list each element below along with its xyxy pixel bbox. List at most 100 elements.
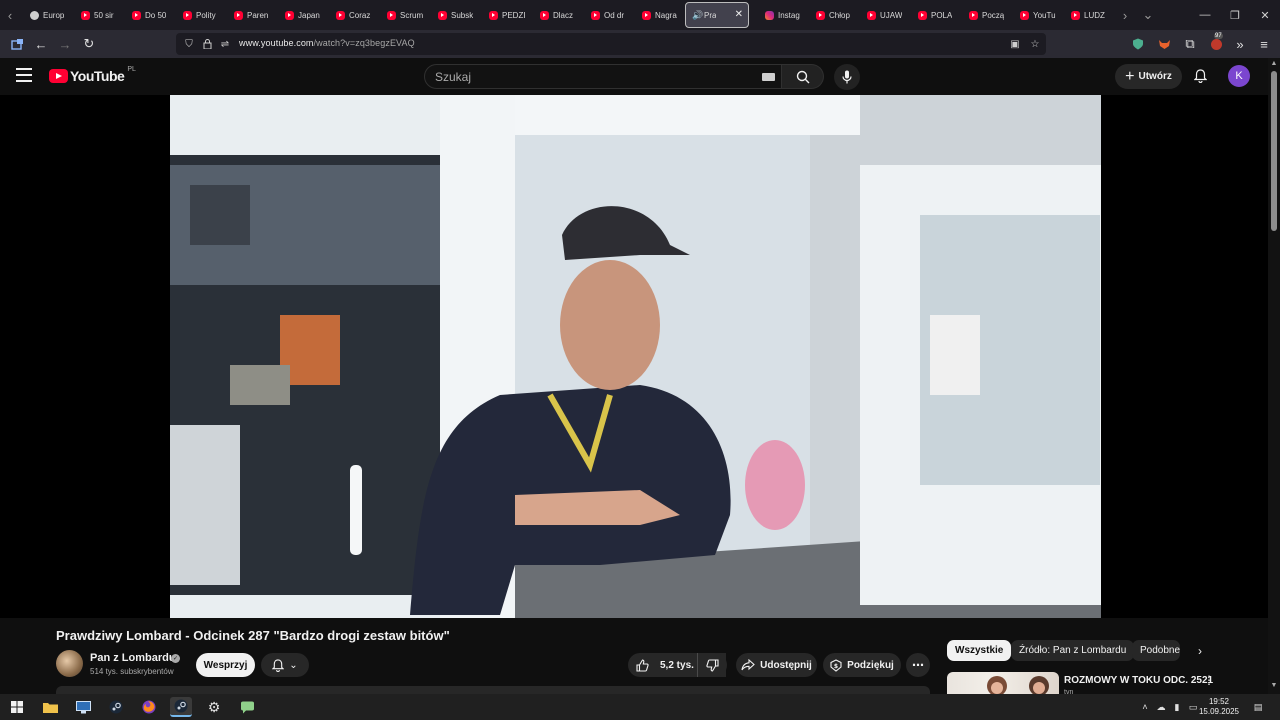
close-tab-icon[interactable]: ✕ bbox=[735, 9, 743, 20]
channel-name[interactable]: Pan z Lombardu bbox=[90, 652, 176, 664]
browser-tab[interactable]: LUDZ bbox=[1061, 0, 1112, 30]
browser-tab[interactable]: Japan bbox=[275, 0, 326, 30]
browser-tab[interactable]: Coraz bbox=[326, 0, 377, 30]
clock-time: 19:52 bbox=[1208, 697, 1230, 706]
reload-button[interactable]: ↻ bbox=[79, 34, 99, 54]
globe-icon bbox=[30, 10, 39, 20]
thumbnail-image bbox=[987, 676, 1049, 694]
search-input[interactable] bbox=[435, 70, 735, 84]
windows-start-icon[interactable] bbox=[6, 697, 28, 717]
tabs-scroll-right-icon[interactable]: › bbox=[1115, 0, 1135, 30]
url-text[interactable]: www.youtube.com/watch?v=zq3begzEVAQ bbox=[239, 38, 415, 48]
restore-window-icon[interactable]: ❐ bbox=[1220, 0, 1250, 30]
account-avatar[interactable]: K bbox=[1228, 65, 1250, 87]
close-window-icon[interactable]: ✕ bbox=[1250, 0, 1280, 30]
steam-icon[interactable] bbox=[105, 697, 127, 717]
system-clock[interactable]: 19:52 15.09.2025 bbox=[1198, 697, 1240, 717]
chip-similar[interactable]: Podobne bbox=[1132, 640, 1180, 661]
browser-tab[interactable]: Dlacz bbox=[530, 0, 581, 30]
youtube-logo[interactable]: YouTube PL bbox=[49, 66, 136, 84]
support-button[interactable]: Wesprzyj bbox=[196, 653, 255, 677]
subscription-notifications-button[interactable]: ⌄ bbox=[261, 653, 309, 677]
tab-label: Nagra bbox=[655, 10, 677, 20]
video-player[interactable] bbox=[0, 95, 1268, 618]
microphone-tray-icon[interactable]: ▮ bbox=[1171, 701, 1183, 713]
guide-menu-icon[interactable] bbox=[16, 68, 32, 82]
recommendation-title[interactable]: ROZMOWY W TOKU ODC. 2521 bbox=[1064, 675, 1213, 686]
create-button[interactable]: + Utwórz bbox=[1115, 64, 1182, 89]
youtube-icon bbox=[969, 10, 978, 20]
fox-extension-icon[interactable] bbox=[1154, 34, 1174, 54]
browser-tab[interactable]: Subsk bbox=[428, 0, 479, 30]
dislike-button[interactable] bbox=[697, 653, 727, 677]
notifications-center-icon[interactable]: ▤ bbox=[1252, 701, 1264, 713]
notifications-button[interactable] bbox=[1190, 66, 1210, 86]
browser-tab[interactable]: Scrum bbox=[377, 0, 428, 30]
address-bar[interactable]: ⛉ ⇌ www.youtube.com/watch?v=zq3begzEVAQ … bbox=[176, 33, 1046, 55]
browser-tab[interactable]: Polity bbox=[173, 0, 224, 30]
onedrive-cloud-icon[interactable]: ☁ bbox=[1155, 701, 1167, 713]
bookmark-star-icon[interactable]: ☆ bbox=[1028, 37, 1042, 51]
browser-tab[interactable]: Nagra bbox=[632, 0, 683, 30]
description-box[interactable] bbox=[56, 686, 930, 694]
browser-tab[interactable]: POLA bbox=[908, 0, 959, 30]
extension-badge: 97 bbox=[1214, 33, 1223, 39]
chevron-right-icon[interactable]: › bbox=[1190, 641, 1210, 661]
forward-button[interactable]: → bbox=[55, 34, 75, 54]
browser-tab[interactable]: YouTu bbox=[1010, 0, 1061, 30]
chip-all[interactable]: Wszystkie bbox=[947, 640, 1012, 661]
speaker-icon[interactable]: 🔊 bbox=[692, 10, 703, 21]
settings-gear-icon[interactable]: ⚙ bbox=[203, 697, 225, 717]
browser-tab[interactable]: Począ bbox=[959, 0, 1010, 30]
voice-search-button[interactable] bbox=[834, 64, 860, 90]
scroll-down-icon[interactable]: ▼ bbox=[1270, 682, 1278, 689]
tabs-scroll-left-icon[interactable]: ‹ bbox=[0, 0, 20, 30]
app-menu-icon[interactable]: ≡ bbox=[1254, 34, 1274, 54]
recommendation-menu-icon[interactable]: ⋮ bbox=[1202, 673, 1216, 689]
browser-tab[interactable]: Do 50 bbox=[122, 0, 173, 30]
shield-icon[interactable]: ⛉ bbox=[182, 37, 196, 51]
tab-active[interactable]: 🔊 Pra ✕ bbox=[685, 2, 749, 28]
more-actions-button[interactable]: ⋯ bbox=[906, 653, 930, 677]
keyboard-icon[interactable] bbox=[762, 73, 775, 81]
channel-avatar[interactable] bbox=[56, 650, 83, 677]
browser-tab[interactable]: PEDZI bbox=[479, 0, 530, 30]
extensions-puzzle-icon[interactable]: ⧉ bbox=[1180, 34, 1200, 54]
steam-active-icon[interactable] bbox=[170, 697, 192, 717]
tray-overflow-chevron-icon[interactable]: ˄ bbox=[1139, 701, 1151, 713]
share-button[interactable]: Udostępnij bbox=[736, 653, 817, 677]
recommendation-thumbnail[interactable] bbox=[947, 672, 1059, 694]
firefox-icon[interactable] bbox=[138, 697, 160, 717]
tab-list-dropdown-icon[interactable]: ⌄ bbox=[1138, 0, 1158, 30]
browser-tab[interactable]: UJAW bbox=[857, 0, 908, 30]
more-tools-icon[interactable]: » bbox=[1230, 34, 1250, 54]
file-explorer-icon[interactable] bbox=[39, 697, 61, 717]
tab-label: PEDZI bbox=[502, 10, 526, 20]
video-frame[interactable] bbox=[170, 95, 1101, 618]
tab-label: Dlacz bbox=[553, 10, 574, 20]
scroll-thumb[interactable] bbox=[1271, 71, 1277, 231]
picture-in-picture-icon[interactable]: ▣ bbox=[1008, 37, 1022, 51]
browser-tab[interactable]: Instag bbox=[755, 0, 806, 30]
minimize-window-icon[interactable]: — bbox=[1190, 0, 1220, 30]
browser-tab[interactable]: Paren bbox=[224, 0, 275, 30]
back-button[interactable]: ← bbox=[31, 34, 51, 54]
search-button[interactable] bbox=[782, 64, 824, 89]
remote-desktop-icon[interactable] bbox=[72, 697, 94, 717]
chip-from-channel[interactable]: Źródło: Pan z Lombardu bbox=[1011, 640, 1135, 661]
adblock-extension-icon[interactable]: 97 bbox=[1206, 33, 1226, 54]
vpn-extension-icon[interactable] bbox=[1128, 34, 1148, 54]
chat-app-icon[interactable] bbox=[236, 697, 258, 717]
browser-tab[interactable]: Europ bbox=[20, 0, 71, 30]
page-permissions-icon[interactable]: ⇌ bbox=[218, 37, 232, 51]
lock-icon[interactable] bbox=[200, 37, 214, 51]
youtube-icon bbox=[591, 10, 600, 20]
thanks-button[interactable]: $ Podziękuj bbox=[823, 653, 901, 677]
browser-tab[interactable]: Od dr bbox=[581, 0, 632, 30]
plus-icon: + bbox=[1125, 67, 1135, 85]
tab-overview-icon[interactable] bbox=[7, 34, 27, 54]
page-scrollbar[interactable]: ▲ ▼ bbox=[1268, 58, 1280, 694]
browser-tab[interactable]: Chłop bbox=[806, 0, 857, 30]
scroll-up-icon[interactable]: ▲ bbox=[1270, 60, 1278, 67]
browser-tab[interactable]: 50 sir bbox=[71, 0, 122, 30]
